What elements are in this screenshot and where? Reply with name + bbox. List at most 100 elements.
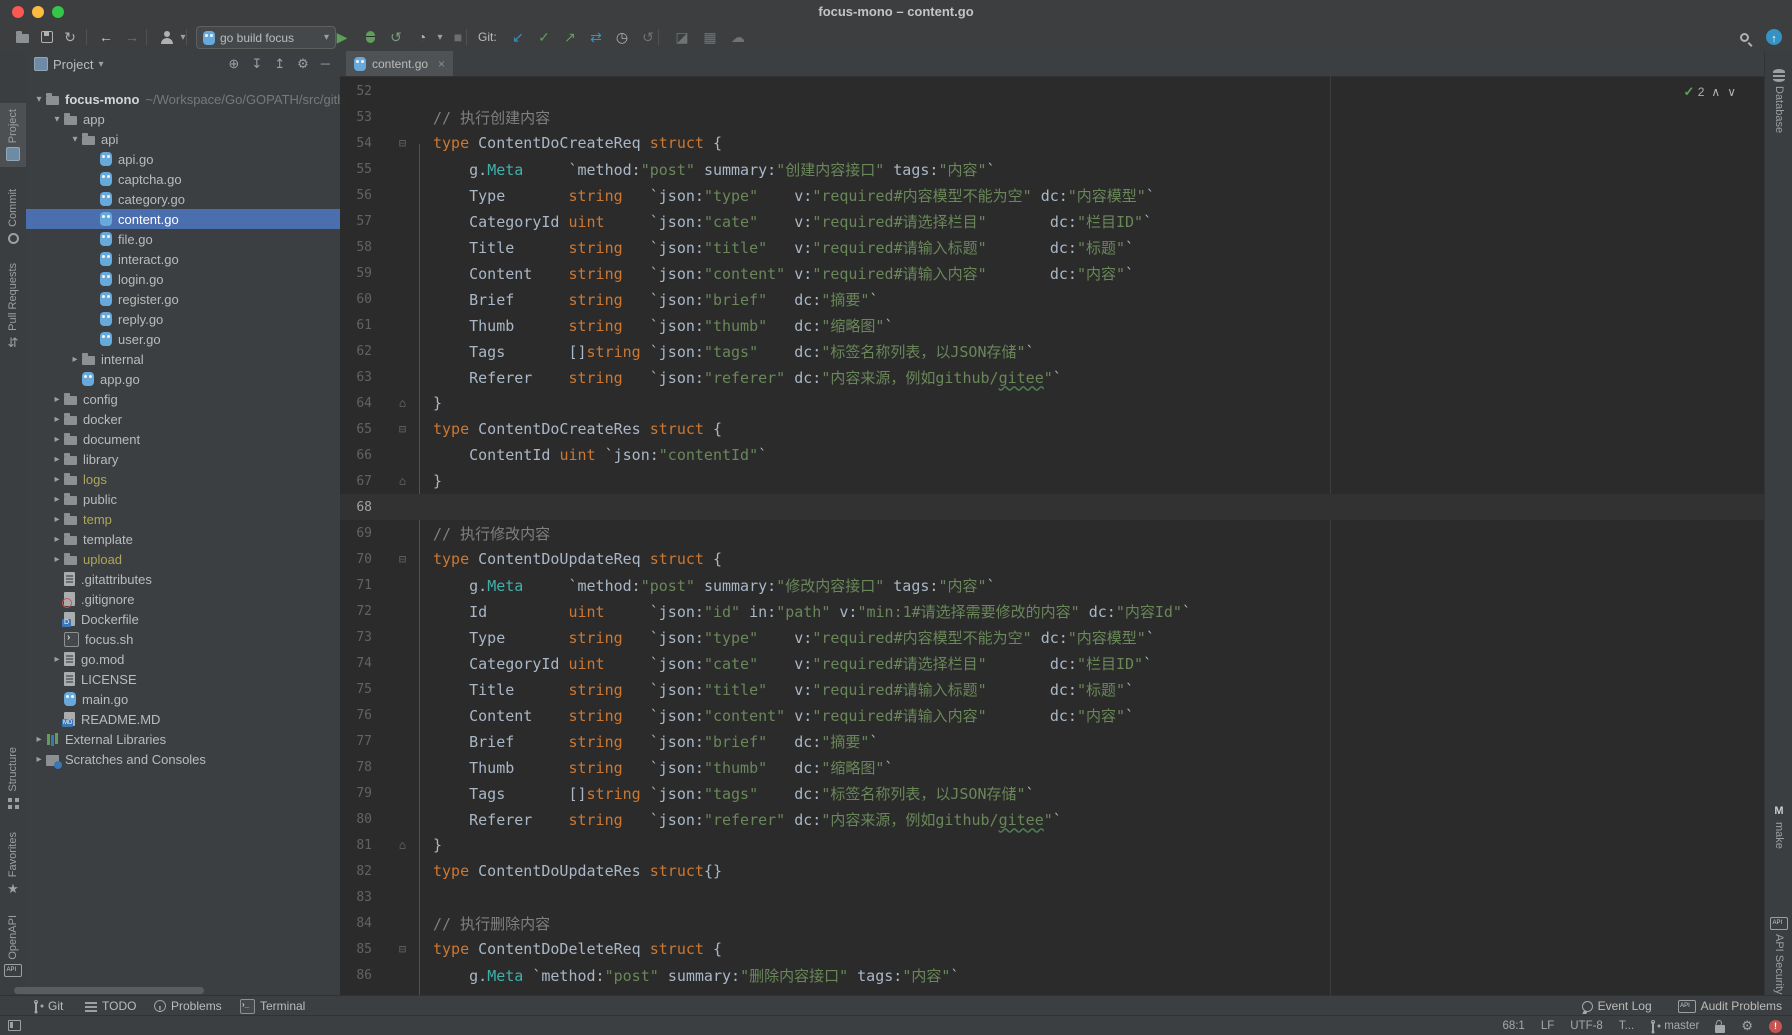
run-configuration-combo[interactable]: go build focus ▾ xyxy=(196,26,336,49)
tree-item--gitignore[interactable]: .gitignore xyxy=(26,589,340,609)
code-line-82[interactable]: 82type ContentDoUpdateRes struct{} xyxy=(340,858,1764,884)
code-line-75[interactable]: 75 Title string `json:"title" v:"require… xyxy=(340,676,1764,702)
fold-end-icon[interactable]: ⌂ xyxy=(372,474,433,488)
project-panel-title[interactable]: Project xyxy=(53,57,93,72)
tree-item-content-go[interactable]: content.go xyxy=(26,209,340,229)
git-history-icon[interactable]: ◷ xyxy=(612,27,632,47)
code-line-78[interactable]: 78 Thumb string `json:"thumb" dc:"缩略图"` xyxy=(340,754,1764,780)
save-icon[interactable] xyxy=(37,27,57,47)
code-line-62[interactable]: 62 Tags []string `json:"tags" dc:"标签名称列表… xyxy=(340,338,1764,364)
tree-item-temp[interactable]: ▸temp xyxy=(26,509,340,529)
tree-item-license[interactable]: LICENSE xyxy=(26,669,340,689)
chevron-closed-icon[interactable]: ▸ xyxy=(32,734,46,745)
code-line-70[interactable]: 70⊟type ContentDoUpdateReq struct { xyxy=(340,546,1764,572)
code-line-57[interactable]: 57 CategoryId uint `json:"cate" v:"requi… xyxy=(340,208,1764,234)
tree-item-register-go[interactable]: register.go xyxy=(26,289,340,309)
code-line-83[interactable]: 83 xyxy=(340,884,1764,910)
code-line-54[interactable]: 54⊟type ContentDoCreateReq struct { xyxy=(340,130,1764,156)
tree-item-readme-md[interactable]: README.MD xyxy=(26,709,340,729)
code-line-65[interactable]: 65⊟type ContentDoCreateRes struct { xyxy=(340,416,1764,442)
code-line-67[interactable]: 67⌂} xyxy=(340,468,1764,494)
tree-item-interact-go[interactable]: interact.go xyxy=(26,249,340,269)
fold-collapse-icon[interactable]: ⊟ xyxy=(372,136,433,150)
tree-item-config[interactable]: ▸config xyxy=(26,389,340,409)
tree-item-scratches-and-consoles[interactable]: ▸Scratches and Consoles xyxy=(26,749,340,769)
git-update-icon[interactable]: ↙ xyxy=(508,27,528,47)
back-icon[interactable]: ← xyxy=(96,27,116,47)
code-line-79[interactable]: 79 Tags []string `json:"tags" dc:"标签名称列表… xyxy=(340,780,1764,806)
code-line-77[interactable]: 77 Brief string `json:"brief" dc:"摘要"` xyxy=(340,728,1764,754)
project-horizontal-scrollbar[interactable] xyxy=(14,987,204,994)
profiler-icon[interactable]: ◔ xyxy=(412,27,432,47)
debug-icon[interactable] xyxy=(360,27,380,47)
tree-item-document[interactable]: ▸document xyxy=(26,429,340,449)
highlighting-level-icon[interactable]: ⚙ xyxy=(1741,1018,1753,1034)
tree-item-reply-go[interactable]: reply.go xyxy=(26,309,340,329)
inspection-widget[interactable]: ✓ 2 ∧ ∨ xyxy=(1683,84,1736,100)
tool-button-openapi[interactable]: OpenAPI xyxy=(0,909,26,983)
tool-window-toggle-icon[interactable] xyxy=(8,1020,21,1031)
sync-icon[interactable]: ↻ xyxy=(60,27,80,47)
diff-icon[interactable]: ▦ xyxy=(700,27,720,47)
fold-collapse-icon[interactable]: ⊟ xyxy=(372,552,433,566)
fold-collapse-icon[interactable]: ⊟ xyxy=(372,422,433,436)
code-line-72[interactable]: 72 Id uint `json:"id" in:"path" v:"min:1… xyxy=(340,598,1764,624)
caret-position[interactable]: 68:1 xyxy=(1502,1020,1524,1032)
code-line-81[interactable]: 81⌂} xyxy=(340,832,1764,858)
tree-item-file-go[interactable]: file.go xyxy=(26,229,340,249)
code-line-58[interactable]: 58 Title string `json:"title" v:"require… xyxy=(340,234,1764,260)
chevron-closed-icon[interactable]: ▸ xyxy=(32,754,46,765)
tree-item-go-mod[interactable]: ▸go.mod xyxy=(26,649,340,669)
chevron-open-icon[interactable]: ▾ xyxy=(68,134,82,145)
search-everywhere-icon[interactable] xyxy=(1734,27,1754,47)
tree-item-main-go[interactable]: main.go xyxy=(26,689,340,709)
line-ending[interactable]: LF xyxy=(1541,1020,1554,1032)
settings-icon[interactable]: ⚙ xyxy=(297,56,309,72)
toolwindow-todo[interactable]: TODO xyxy=(85,996,136,1016)
code-line-85[interactable]: 85⊟type ContentDoDeleteReq struct { xyxy=(340,936,1764,962)
git-push-icon[interactable]: ↗ xyxy=(560,27,580,47)
tree-item-upload[interactable]: ▸upload xyxy=(26,549,340,569)
open-folder-icon[interactable] xyxy=(12,27,32,47)
tree-item-api[interactable]: ▾api xyxy=(26,129,340,149)
inspections-status-icon[interactable] xyxy=(1769,1020,1782,1033)
tree-item-docker[interactable]: ▸docker xyxy=(26,409,340,429)
run-icon[interactable]: ▶ xyxy=(332,27,352,47)
profiler-chevron-icon[interactable]: ▾ xyxy=(430,27,450,47)
chevron-closed-icon[interactable]: ▸ xyxy=(50,454,64,465)
toolwindow-terminal[interactable]: Terminal xyxy=(240,996,305,1016)
code-line-73[interactable]: 73 Type string `json:"type" v:"required#… xyxy=(340,624,1764,650)
indent-indicator[interactable]: T... xyxy=(1619,1020,1634,1032)
chevron-open-icon[interactable]: ▾ xyxy=(32,94,46,105)
tree-item-template[interactable]: ▸template xyxy=(26,529,340,549)
chevron-closed-icon[interactable]: ▸ xyxy=(50,474,64,485)
code-line-86[interactable]: 86 g.Meta `method:"post" summary:"删除内容接口… xyxy=(340,962,1764,988)
tree-item-focus-sh[interactable]: focus.sh xyxy=(26,629,340,649)
tree-item-external-libraries[interactable]: ▸External Libraries xyxy=(26,729,340,749)
code-line-76[interactable]: 76 Content string `json:"content" v:"req… xyxy=(340,702,1764,728)
code-line-56[interactable]: 56 Type string `json:"type" v:"required#… xyxy=(340,182,1764,208)
git-commit-icon[interactable]: ✓ xyxy=(534,27,554,47)
tree-item-focus-mono[interactable]: ▾focus-mono ~/Workspace/Go/GOPATH/src/gi… xyxy=(26,89,340,109)
coverage-icon[interactable]: ↺ xyxy=(386,27,406,47)
tab-content-go[interactable]: content.go × xyxy=(346,51,453,76)
tool-button-project[interactable]: Project xyxy=(0,103,26,167)
close-tab-icon[interactable]: × xyxy=(438,57,445,71)
code-line-84[interactable]: 84// 执行删除内容 xyxy=(340,910,1764,936)
code-line-68[interactable]: 68 xyxy=(340,494,1764,520)
fold-end-icon[interactable]: ⌂ xyxy=(372,396,433,410)
code-line-74[interactable]: 74 CategoryId uint `json:"cate" v:"requi… xyxy=(340,650,1764,676)
code-line-52[interactable]: 52 xyxy=(340,78,1764,104)
code-line-59[interactable]: 59 Content string `json:"content" v:"req… xyxy=(340,260,1764,286)
git-branch-widget[interactable]: master xyxy=(1650,1020,1699,1033)
tree-item-api-go[interactable]: api.go xyxy=(26,149,340,169)
file-encoding[interactable]: UTF-8 xyxy=(1570,1020,1603,1032)
shelve-icon[interactable]: ◪ xyxy=(672,27,692,47)
expand-all-icon[interactable]: ↧ xyxy=(251,56,262,72)
chevron-closed-icon[interactable]: ▸ xyxy=(50,394,64,405)
tree-item-captcha-go[interactable]: captcha.go xyxy=(26,169,340,189)
tree-item-app[interactable]: ▾app xyxy=(26,109,340,129)
tree-item-internal[interactable]: ▸internal xyxy=(26,349,340,369)
toolwindow-problems[interactable]: Problems xyxy=(154,996,222,1016)
code-line-71[interactable]: 71 g.Meta `method:"post" summary:"修改内容接口… xyxy=(340,572,1764,598)
